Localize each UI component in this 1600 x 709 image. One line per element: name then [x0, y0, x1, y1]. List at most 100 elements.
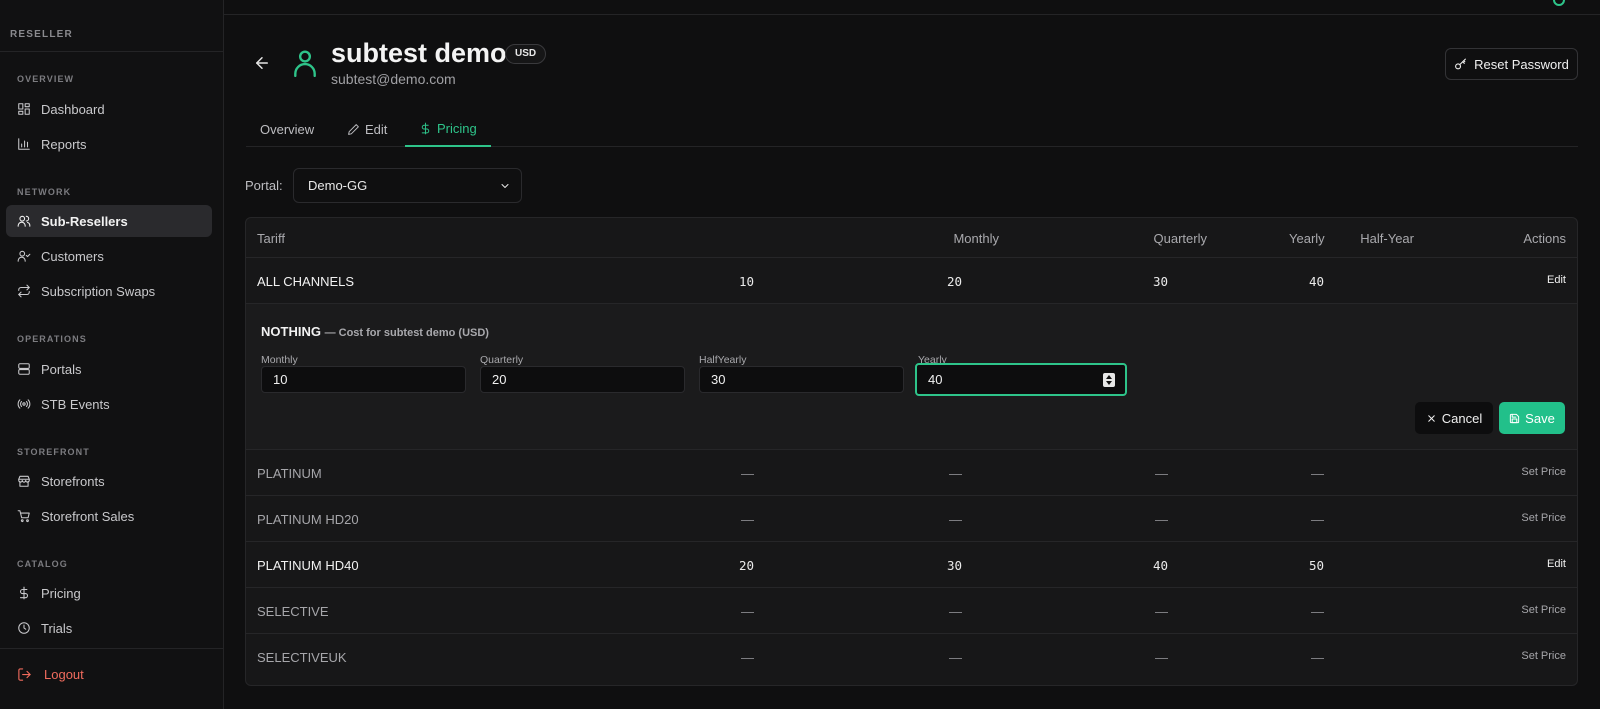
- quarterly-value: —: [949, 466, 962, 481]
- sidebar-item-sub-resellers[interactable]: Sub-Resellers: [6, 205, 212, 237]
- tariff-name: PLATINUM: [257, 466, 322, 481]
- edit-button[interactable]: Edit: [1547, 558, 1566, 570]
- yearly-value: —: [1311, 604, 1324, 619]
- back-button[interactable]: [253, 54, 271, 72]
- pencil-icon: [348, 124, 359, 135]
- tab-edit[interactable]: Edit: [333, 112, 401, 147]
- tab-overview[interactable]: Overview: [246, 112, 328, 147]
- set-price-button[interactable]: Set Price: [1521, 466, 1566, 478]
- editor-tariff: NOTHING: [261, 324, 321, 339]
- sidebar-item-storefronts[interactable]: Storefronts: [6, 465, 212, 497]
- logout-label: Logout: [44, 667, 84, 682]
- yearly-value: 40: [1308, 274, 1324, 289]
- header-quarterly: Quarterly: [1153, 231, 1207, 246]
- tariff-name: PLATINUM HD20: [257, 512, 359, 527]
- tab-label: Pricing: [437, 121, 477, 136]
- sidebar-item-portals[interactable]: Portals: [6, 353, 212, 385]
- logout-button[interactable]: Logout: [17, 667, 84, 682]
- monthly-value: 20: [738, 558, 754, 573]
- monthly-value: —: [741, 466, 754, 481]
- yearly-value: 50: [1308, 558, 1324, 573]
- half-year-value: —: [1155, 604, 1168, 619]
- user-icon: [292, 49, 318, 82]
- table-row: ALL CHANNELS 10 20 30 40 Edit: [246, 258, 1577, 304]
- arrow-left-icon: [256, 57, 268, 69]
- avatar[interactable]: [1553, 0, 1565, 6]
- quarterly-input[interactable]: 20: [480, 366, 685, 393]
- quarterly-value: —: [949, 604, 962, 619]
- tab-pricing[interactable]: Pricing: [405, 112, 491, 147]
- page-title: subtest demo: [331, 38, 507, 68]
- sidebar-item-subscription-swaps[interactable]: Subscription Swaps: [6, 275, 212, 307]
- half-year-value: —: [1155, 512, 1168, 527]
- dollar-icon: [421, 122, 430, 135]
- section-overview: OVERVIEW: [17, 74, 75, 84]
- reset-password-button[interactable]: Reset Password: [1445, 48, 1578, 80]
- sidebar-item-stb-events[interactable]: STB Events: [6, 388, 212, 420]
- sidebar-item-label: Customers: [41, 248, 104, 264]
- yearly-input-value: 40: [928, 372, 943, 387]
- tab-label: Overview: [260, 122, 315, 137]
- dollar-icon: [17, 586, 31, 600]
- yearly-value: —: [1311, 466, 1324, 481]
- chevron-down-icon: [501, 183, 509, 188]
- sidebar-item-reports[interactable]: Reports: [6, 128, 212, 160]
- clock-icon: [17, 621, 31, 635]
- half-year-value: —: [1155, 466, 1168, 481]
- tab-bar: Overview Edit Pricing: [246, 112, 1578, 147]
- brand-label: RESELLER: [0, 0, 223, 52]
- quarterly-value: 30: [946, 558, 962, 573]
- user-check-icon: [17, 249, 31, 263]
- edit-button[interactable]: Edit: [1547, 274, 1566, 286]
- sidebar-item-label: Storefront Sales: [41, 508, 135, 524]
- save-button[interactable]: Save: [1499, 402, 1565, 434]
- sidebar-item-label: Pricing: [41, 585, 81, 601]
- set-price-button[interactable]: Set Price: [1521, 604, 1566, 616]
- set-price-button[interactable]: Set Price: [1521, 512, 1566, 524]
- portal-selected-value: Demo-GG: [308, 178, 368, 193]
- table-row: SELECTIVEUK — — — — Set Price: [246, 634, 1577, 680]
- quarterly-value: 20: [946, 274, 962, 289]
- sidebar-item-label: Portals: [41, 361, 82, 377]
- yearly-input[interactable]: 40: [915, 363, 1127, 396]
- sidebar-item-label: Sub-Resellers: [41, 213, 128, 229]
- monthly-value: —: [741, 512, 754, 527]
- editor-title: NOTHING — Cost for subtest demo (USD): [261, 324, 489, 339]
- header-actions: Actions: [1523, 231, 1566, 246]
- tariff-name: ALL CHANNELS: [257, 274, 355, 289]
- table-row: PLATINUM HD20 — — — — Set Price: [246, 496, 1577, 542]
- sidebar-item-label: Dashboard: [41, 101, 105, 117]
- cancel-label: Cancel: [1441, 410, 1483, 426]
- sidebar-item-label: Storefronts: [41, 473, 105, 489]
- half-year-value: 30: [1152, 274, 1168, 289]
- sidebar-item-customers[interactable]: Customers: [6, 240, 212, 272]
- number-spinner-icon[interactable]: [1103, 373, 1115, 387]
- cancel-button[interactable]: Cancel: [1415, 402, 1493, 434]
- sidebar-item-trials[interactable]: Trials: [6, 612, 212, 644]
- quarterly-value: —: [949, 650, 962, 665]
- sidebar-item-pricing[interactable]: Pricing: [6, 577, 212, 609]
- sidebar-divider: [0, 648, 224, 649]
- sidebar-item-dashboard[interactable]: Dashboard: [6, 93, 212, 125]
- dashboard-icon: [17, 102, 31, 116]
- sidebar-item-label: STB Events: [41, 396, 110, 412]
- header-monthly: Monthly: [953, 231, 999, 246]
- sidebar-item-storefront-sales[interactable]: Storefront Sales: [6, 500, 212, 532]
- editor-subtitle: — Cost for subtest demo (USD): [324, 327, 489, 339]
- quarterly-value: —: [949, 512, 962, 527]
- close-icon: [1428, 414, 1435, 422]
- monthly-label: Monthly: [261, 354, 298, 366]
- half-year-value: —: [1155, 650, 1168, 665]
- half-year-value: 40: [1152, 558, 1168, 573]
- halfyearly-input[interactable]: 30: [699, 366, 904, 393]
- users-icon: [17, 214, 31, 228]
- reset-password-label: Reset Password: [1474, 56, 1569, 72]
- monthly-value: 10: [738, 274, 754, 289]
- monthly-input[interactable]: 10: [261, 366, 466, 393]
- tariff-name: SELECTIVE: [257, 604, 329, 619]
- table-row: SELECTIVE — — — — Set Price: [246, 588, 1577, 634]
- table-header: Tariff Monthly Quarterly Half-Year Yearl…: [246, 218, 1577, 258]
- price-editor: NOTHING — Cost for subtest demo (USD) Mo…: [246, 304, 1577, 450]
- portal-select[interactable]: Demo-GG: [293, 168, 522, 203]
- set-price-button[interactable]: Set Price: [1521, 650, 1566, 662]
